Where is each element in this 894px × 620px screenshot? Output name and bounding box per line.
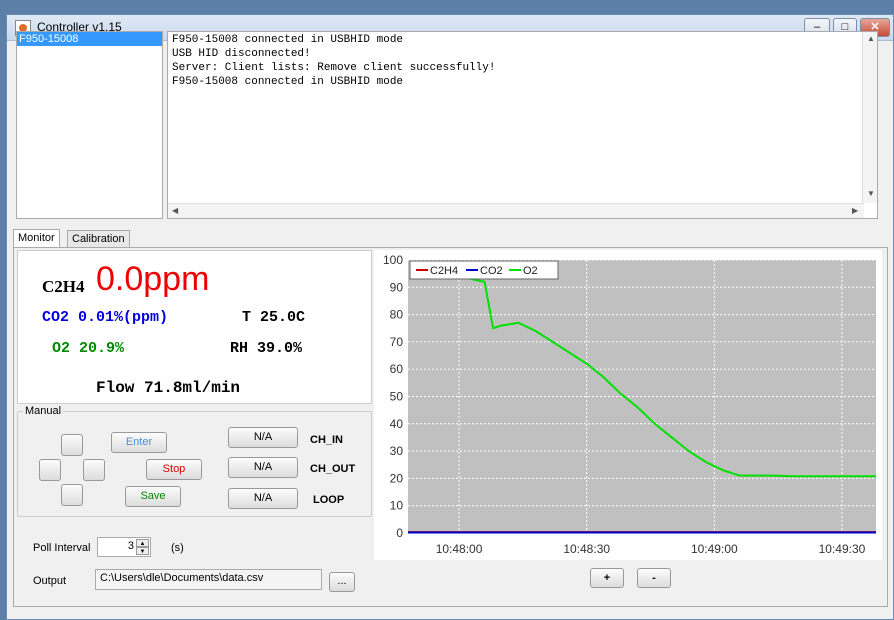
log-line: USB HID disconnected! [172, 48, 311, 60]
y-tick-label: 70 [390, 335, 404, 349]
right-arrow-button[interactable] [83, 459, 105, 481]
scroll-right-icon[interactable]: ▶ [852, 206, 858, 215]
y-tick-label: 30 [390, 444, 404, 458]
y-tick-label: 50 [390, 390, 404, 404]
enter-button[interactable]: Enter [111, 432, 167, 453]
co2-readout: CO2 0.01%(ppm) [42, 309, 169, 326]
ch-in-label: CH_IN [310, 434, 344, 446]
zoom-in-button[interactable]: + [590, 568, 624, 588]
log-line: F950-15008 connected in USBHID mode [172, 76, 404, 88]
app-window: Controller v1.15 – □ ✕ F950-15008 F950-1… [6, 14, 894, 620]
x-tick-label: 10:48:00 [436, 542, 483, 556]
y-tick-label: 20 [390, 471, 404, 485]
browse-button[interactable]: ... [329, 572, 355, 592]
y-tick-label: 90 [390, 280, 404, 294]
scroll-up-icon[interactable]: ▲ [867, 34, 875, 43]
ch-out-label: CH_OUT [310, 463, 356, 475]
output-path-field[interactable]: C:\Users\dle\Documents\data.csv [95, 569, 322, 590]
c2h4-label: C2H4 [42, 277, 85, 296]
y-tick-label: 80 [390, 308, 404, 322]
poll-interval-spinner[interactable]: 3 ▲ ▼ [97, 537, 151, 557]
c2h4-value: 0.0ppm [96, 260, 210, 298]
tab-calibration[interactable]: Calibration [67, 230, 130, 248]
zoom-out-button[interactable]: - [637, 568, 671, 588]
o2-readout: O2 20.9% [52, 340, 125, 357]
legend-label-o2: O2 [523, 265, 538, 277]
log-panel[interactable]: F950-15008 connected in USBHID mode USB … [167, 31, 878, 219]
log-horizontal-scrollbar[interactable]: ◀ ▶ [168, 203, 864, 218]
y-tick-label: 40 [390, 417, 404, 431]
poll-interval-label: Poll Interval [33, 542, 91, 554]
up-arrow-button[interactable] [61, 434, 83, 456]
scroll-left-icon[interactable]: ◀ [172, 206, 178, 215]
ch-in-button[interactable]: N/A [228, 427, 298, 448]
stop-button[interactable]: Stop [146, 459, 202, 480]
y-tick-label: 10 [390, 499, 404, 513]
poll-interval-unit: (s) [171, 542, 184, 554]
chart-svg: 0 10 20 30 40 50 60 70 80 90 100 10:48:00 10:48:30 10… [383, 253, 876, 556]
spinner-up-icon[interactable]: ▲ [136, 539, 149, 547]
legend-label-c2h4: C2H4 [430, 265, 458, 277]
tab-monitor[interactable]: Monitor [13, 229, 60, 248]
flow-readout: Flow 71.8ml/min [96, 379, 241, 397]
spinner-down-icon[interactable]: ▼ [136, 547, 149, 555]
temperature-readout: T 25.0C [242, 309, 306, 326]
log-line: F950-15008 connected in USBHID mode [172, 34, 404, 46]
x-tick-label: 10:49:00 [691, 542, 738, 556]
left-arrow-button[interactable] [39, 459, 61, 481]
y-tick-label: 0 [396, 526, 403, 540]
log-line: Server: Client lists: Remove client succ… [172, 62, 496, 74]
y-tick-label: 100 [383, 253, 403, 267]
poll-interval-value[interactable]: 3 [128, 540, 134, 552]
scroll-down-icon[interactable]: ▼ [867, 189, 875, 198]
manual-group: Manual Enter Stop Save N/A N/A N/A CH_IN… [17, 405, 372, 517]
chart-panel: 0 10 20 30 40 50 60 70 80 90 100 10:48:00 10:48:30 10… [374, 250, 882, 560]
log-vertical-scrollbar[interactable]: ▲ ▼ [862, 32, 877, 203]
manual-legend: Manual [23, 405, 64, 417]
y-tick-label: 60 [390, 362, 404, 376]
readout-panel: C2H4 0.0ppm CO2 0.01%(ppm) T 25.0C O2 20… [17, 250, 372, 404]
output-label: Output [33, 575, 67, 587]
device-list-item[interactable]: F950-15008 [17, 32, 162, 46]
save-button[interactable]: Save [125, 486, 181, 507]
loop-label: LOOP [313, 494, 345, 506]
humidity-readout: RH 39.0% [230, 340, 303, 357]
legend-label-co2: CO2 [480, 265, 503, 277]
device-list[interactable]: F950-15008 [16, 31, 163, 219]
ch-out-button[interactable]: N/A [228, 457, 298, 478]
down-arrow-button[interactable] [61, 484, 83, 506]
x-tick-label: 10:49:30 [819, 542, 866, 556]
x-tick-label: 10:48:30 [563, 542, 610, 556]
loop-button[interactable]: N/A [228, 488, 298, 509]
